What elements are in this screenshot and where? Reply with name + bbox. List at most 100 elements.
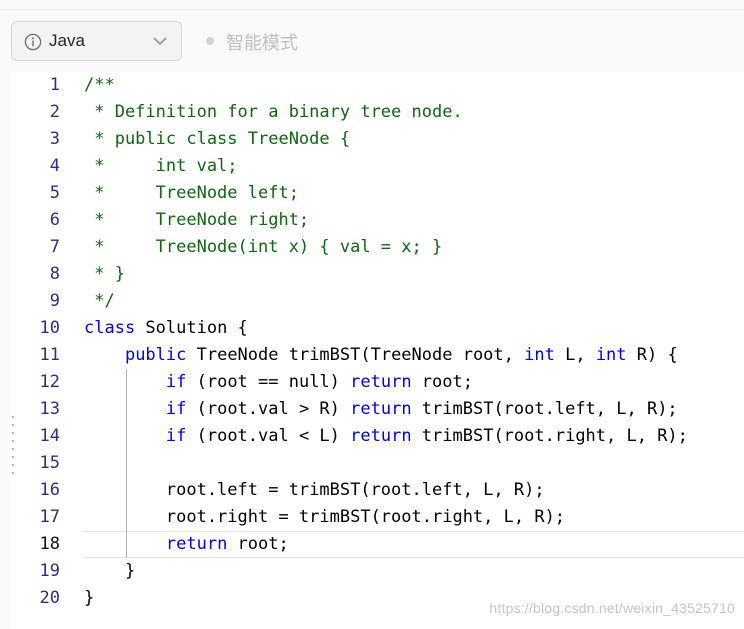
- code-line[interactable]: 5 * TreeNode left;: [11, 180, 744, 207]
- code-comment: */: [84, 291, 115, 311]
- code-comment: * int val;: [84, 156, 238, 176]
- language-select[interactable]: Java: [11, 21, 182, 61]
- code-text: root.right = trimBST(root.right, L, R);: [84, 504, 565, 531]
- language-label: Java: [49, 31, 85, 50]
- code-token: root;: [227, 534, 289, 554]
- line-number: 1: [49, 75, 60, 95]
- line-number: 17: [39, 507, 60, 527]
- code-line[interactable]: 13 if (root.val > R) return trimBST(root…: [11, 396, 744, 423]
- code-token: }: [84, 588, 95, 608]
- code-line[interactable]: 11 public TreeNode trimBST(TreeNode root…: [11, 342, 744, 369]
- code-text: */: [84, 288, 115, 315]
- code-token: trimBST(root.left, L, R);: [411, 399, 678, 419]
- line-number: 7: [49, 237, 60, 257]
- code-line[interactable]: 15: [11, 450, 744, 477]
- code-keyword: public: [124, 345, 187, 365]
- code-line[interactable]: 18 return root;: [11, 531, 744, 558]
- code-keyword: return: [350, 372, 412, 392]
- code-comment: * TreeNode left;: [84, 183, 299, 203]
- code-keyword: return: [350, 399, 412, 419]
- code-token: R) {: [626, 345, 678, 365]
- code-line[interactable]: 8 * }: [11, 261, 744, 288]
- code-line[interactable]: 19 }: [11, 558, 744, 585]
- code-token: Solution {: [135, 318, 248, 338]
- line-number: 16: [39, 480, 60, 500]
- code-comment: * TreeNode(int x) { val = x; }: [84, 237, 443, 257]
- code-comment: * }: [84, 264, 125, 284]
- code-line[interactable]: 16 root.left = trimBST(root.left, L, R);: [11, 477, 744, 504]
- code-comment: * TreeNode right;: [84, 210, 310, 230]
- line-number: 15: [39, 453, 60, 473]
- info-icon: [24, 33, 42, 51]
- code-token: root;: [411, 372, 473, 392]
- smart-mode-label: 智能模式: [226, 33, 298, 54]
- line-number: 14: [39, 426, 60, 446]
- code-editor[interactable]: 1 /** 2 * Definition for a binary tree nod…: [11, 72, 744, 629]
- code-text: * TreeNode right;: [84, 207, 309, 234]
- line-number: 4: [49, 156, 60, 176]
- code-keyword: class: [84, 318, 136, 338]
- line-number: 2: [49, 102, 60, 122]
- code-line[interactable]: 12 if (root == null) return root;: [11, 369, 744, 396]
- code-text: * TreeNode(int x) { val = x; }: [84, 234, 442, 261]
- code-line[interactable]: 7 * TreeNode(int x) { val = x; }: [11, 234, 744, 261]
- line-number: 19: [39, 561, 60, 581]
- code-line[interactable]: 14 if (root.val < L) return trimBST(root…: [11, 423, 744, 450]
- line-number: 6: [49, 210, 60, 230]
- line-number: 5: [49, 183, 60, 203]
- indent-guide: [126, 369, 127, 558]
- code-keyword: return: [350, 426, 412, 446]
- code-token: }: [84, 561, 136, 581]
- line-number: 20: [39, 588, 60, 608]
- chevron-down-icon: [153, 37, 167, 46]
- line-number: 11: [39, 345, 60, 365]
- code-keyword: if: [165, 426, 187, 446]
- mode-status-dot: [206, 37, 214, 45]
- code-text: * int val;: [84, 153, 238, 180]
- code-text: /**: [84, 72, 115, 99]
- code-text: * }: [84, 261, 125, 288]
- code-token: (root.val > R): [186, 399, 351, 419]
- line-number: 18: [39, 534, 60, 554]
- code-token: TreeNode trimBST(TreeNode root,: [186, 345, 525, 365]
- code-line[interactable]: 4 * int val;: [11, 153, 744, 180]
- code-text: * TreeNode left;: [84, 180, 299, 207]
- code-line[interactable]: 10 class Solution {: [11, 315, 744, 342]
- code-line[interactable]: 17 root.right = trimBST(root.right, L, R…: [11, 504, 744, 531]
- line-number: 10: [39, 318, 60, 338]
- code-text: if (root.val > R) return trimBST(root.le…: [84, 396, 678, 423]
- code-keyword: return: [165, 534, 228, 554]
- code-line[interactable]: 6 * TreeNode right;: [11, 207, 744, 234]
- code-keyword: if: [165, 372, 187, 392]
- code-token: trimBST(root.right, L, R);: [411, 426, 688, 446]
- code-line[interactable]: 3 * public class TreeNode {: [11, 126, 744, 153]
- line-number: 12: [39, 372, 60, 392]
- code-text: class Solution {: [84, 315, 248, 342]
- code-comment: /**: [84, 75, 115, 95]
- code-text: }: [84, 585, 94, 612]
- code-text: root.left = trimBST(root.left, L, R);: [84, 477, 545, 504]
- line-number: 9: [49, 291, 60, 311]
- code-line[interactable]: 1 /**: [11, 72, 744, 99]
- code-keyword: int: [595, 345, 627, 365]
- code-line[interactable]: 9 */: [11, 288, 744, 315]
- code-token: (root == null): [186, 372, 351, 392]
- code-text: public TreeNode trimBST(TreeNode root, i…: [84, 342, 678, 369]
- code-comment: * public class TreeNode {: [84, 129, 351, 149]
- code-text: if (root == null) return root;: [84, 369, 473, 396]
- code-comment: * Definition for a binary tree node.: [84, 102, 463, 122]
- code-keyword: if: [165, 399, 187, 419]
- code-line[interactable]: 2 * Definition for a binary tree node.: [11, 99, 744, 126]
- code-text: return root;: [84, 531, 289, 558]
- code-text: }: [84, 558, 135, 585]
- watermark-text: https://blog.csdn.net/weixin_43525710: [489, 600, 735, 616]
- code-text: * public class TreeNode {: [84, 126, 350, 153]
- code-token: root.right = trimBST(root.right, L, R);: [84, 507, 566, 527]
- code-text: * Definition for a binary tree node.: [84, 99, 463, 126]
- line-number: 3: [49, 129, 60, 149]
